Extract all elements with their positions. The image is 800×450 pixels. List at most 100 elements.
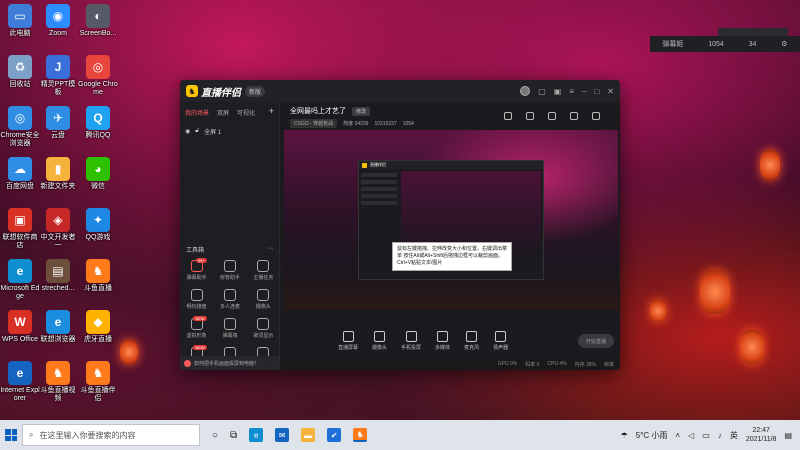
lock-icon[interactable]	[504, 112, 512, 120]
system-tray: ☂ 5°C 小雨 ˄ ◁ ▭ ♪ 英 22:47 2021/11/8 ▤	[621, 426, 800, 444]
close-icon[interactable]: ✕	[607, 87, 614, 96]
tab-visual[interactable]: 可视化	[237, 108, 255, 117]
desktop-icon[interactable]: ◆ 虎牙直播	[78, 310, 118, 344]
more-icon[interactable]: ⋯	[267, 245, 273, 254]
volume-icon[interactable]: ♪	[718, 431, 722, 440]
toolbox-item[interactable]: 摄像头	[247, 289, 280, 310]
desktop-icon[interactable]: J 精灵PPT模板	[38, 55, 78, 97]
desktop-icon[interactable]: e Internet Explorer	[0, 361, 40, 403]
toolbox-item[interactable]: 畅玩接盘	[180, 289, 213, 310]
task-view-icon-alt[interactable]: ⧉	[230, 430, 237, 441]
notification-icon[interactable]: ▤	[784, 431, 792, 440]
desktop-icon[interactable]: ▤ streched...	[38, 259, 78, 293]
toolbox-item[interactable]: 主播任务	[247, 260, 280, 281]
eye-icon[interactable]: ◉	[185, 128, 190, 135]
gift-icon[interactable]: ▣	[554, 87, 562, 96]
message-icon[interactable]: ▢	[538, 87, 546, 96]
desktop-icon-label: 联想浏览器	[40, 336, 76, 343]
app-logo-icon	[362, 162, 367, 168]
menu-icon[interactable]: ≡	[569, 87, 574, 96]
toolbox-item[interactable]: NEW 虚拟形象	[180, 316, 213, 339]
desktop-icon[interactable]: ◎ Google Chrome	[78, 55, 118, 97]
tool-icon	[257, 289, 270, 301]
toolbox-item[interactable]: 弹幕墙	[213, 318, 246, 339]
desktop-icon-label: Zoom	[49, 30, 67, 37]
title-bar: ♞ 直播伴侣 新版 ▢ ▣ ≡ – □ ✕	[180, 80, 620, 102]
desktop-icon[interactable]: ♞ 斗鱼直播视频	[38, 361, 78, 403]
source-button[interactable]: 麦克风	[464, 331, 479, 351]
floating-toolbar[interactable]	[718, 28, 788, 36]
tab-dual-screen[interactable]: 双屏	[217, 108, 229, 117]
speaker-tray-icon[interactable]: ◁	[688, 431, 694, 440]
desktop-icon[interactable]: Q 腾讯QQ	[78, 106, 118, 140]
live-preview[interactable]: 直播伴侣	[284, 130, 618, 320]
toolbox-item[interactable]: 房管助手	[213, 260, 246, 281]
danmu-window-title: 弹幕姬	[662, 41, 684, 48]
mail-icon[interactable]: ✉	[275, 428, 290, 442]
source-button[interactable]: 扬声器	[493, 331, 508, 351]
toolbox-item[interactable]: 99+ 弹幕助手	[180, 258, 213, 281]
danmu-mini-window[interactable]: 弹幕姬 1054 34 ⚙	[650, 36, 800, 52]
task-view-icon[interactable]: ○	[212, 430, 218, 441]
tab-my-scenes[interactable]: 我的场景	[185, 108, 209, 117]
desktop-icon[interactable]: ♞ 斗鱼直播	[78, 259, 118, 293]
edge-icon[interactable]: e	[249, 428, 264, 442]
desktop-icon[interactable]: ✈ 云盘	[38, 106, 78, 140]
source-label: 摄像头	[372, 345, 388, 351]
lock-icon[interactable]: 🔓︎	[195, 128, 199, 135]
category-badge[interactable]: CSGO - 穿越枪战	[290, 119, 338, 128]
desktop-app-icon: ▤	[46, 259, 70, 283]
gear-icon[interactable]: ⚙	[781, 40, 787, 48]
network-icon[interactable]: ▭	[702, 431, 710, 440]
desktop-icon[interactable]: ▮ 新建文件夹	[38, 157, 78, 191]
desktop-icon[interactable]: ☁ 百度网盘	[0, 157, 40, 191]
source-button[interactable]: 多媒体	[435, 331, 450, 351]
clock[interactable]: 22:47 2021/11/8	[746, 426, 777, 444]
microphone-icon	[466, 331, 478, 342]
source-button[interactable]: 手机投屏	[401, 331, 421, 351]
desktop-icon[interactable]: ◐ ScreenBo...	[78, 4, 118, 38]
input-lang[interactable]: 英	[730, 430, 738, 441]
start-live-button[interactable]: 开始直播	[578, 334, 614, 348]
desktop-icon[interactable]: W WPS Office	[0, 310, 40, 344]
desktop-icon[interactable]: ✦ QQ游戏	[78, 208, 118, 242]
fullscreen-icon[interactable]	[592, 112, 600, 120]
source-button[interactable]: 直播屏幕	[338, 331, 358, 351]
desktop-icon[interactable]: e 联想浏览器	[38, 310, 78, 344]
desktop-icon[interactable]: ◕ 微信	[78, 157, 118, 191]
share-icon[interactable]	[526, 112, 534, 120]
bell-icon[interactable]	[570, 112, 578, 120]
live-companion-task-icon[interactable]: ♞	[353, 428, 368, 442]
minimize-icon[interactable]: –	[582, 87, 586, 96]
desktop-icon[interactable]: ♻ 回收站	[0, 55, 40, 89]
danmu-popularity: 1054	[708, 40, 724, 48]
toolbox-item[interactable]: 多人连麦	[213, 289, 246, 310]
weather-text[interactable]: 5°C 小雨	[636, 430, 668, 441]
source-label: 扬声器	[493, 345, 509, 351]
desktop-icon[interactable]: ◎ Chrome安全浏览器	[0, 106, 40, 148]
scene-item[interactable]: ◉ 🔓︎ 全屏 1	[180, 123, 279, 140]
source-button[interactable]: 摄像头	[372, 331, 387, 351]
add-scene-button[interactable]: +	[269, 107, 274, 117]
start-button[interactable]	[0, 420, 22, 450]
desktop-icon[interactable]: ▭ 此电脑	[0, 4, 40, 38]
modify-title-button[interactable]: 修改	[352, 106, 371, 116]
checklist-icon[interactable]: ✔	[327, 428, 342, 442]
desktop-icon[interactable]: ♞ 斗鱼直播伴侣	[78, 361, 118, 403]
toolbox-item[interactable]: 歌词显示	[247, 318, 280, 339]
desktop-icon[interactable]: ◉ Zoom	[38, 4, 78, 38]
desktop-icon[interactable]: ◈ 中文开发者一	[38, 208, 78, 250]
folder-icon[interactable]: ▬	[301, 428, 316, 442]
desktop-icon[interactable]: e Microsoft Edge	[0, 259, 40, 301]
room-heat: 热度 34239	[343, 121, 369, 127]
taskbar-search[interactable]: ⌕ 在这里输入你要搜索的内容	[22, 424, 200, 446]
projection-tip[interactable]: 如何把手机画面投屏到电脑？	[180, 356, 279, 370]
avatar[interactable]	[520, 86, 531, 96]
tool-badge: NEW	[193, 345, 207, 350]
weather-icon[interactable]: ☂	[621, 431, 628, 440]
maximize-icon[interactable]: □	[594, 87, 599, 96]
desktop-icon[interactable]: ▣ 联想软件商店	[0, 208, 40, 250]
chevron-up-icon[interactable]: ˄	[675, 431, 680, 440]
version-badge[interactable]: 新版	[245, 85, 266, 97]
screenshot-icon[interactable]	[548, 112, 556, 120]
